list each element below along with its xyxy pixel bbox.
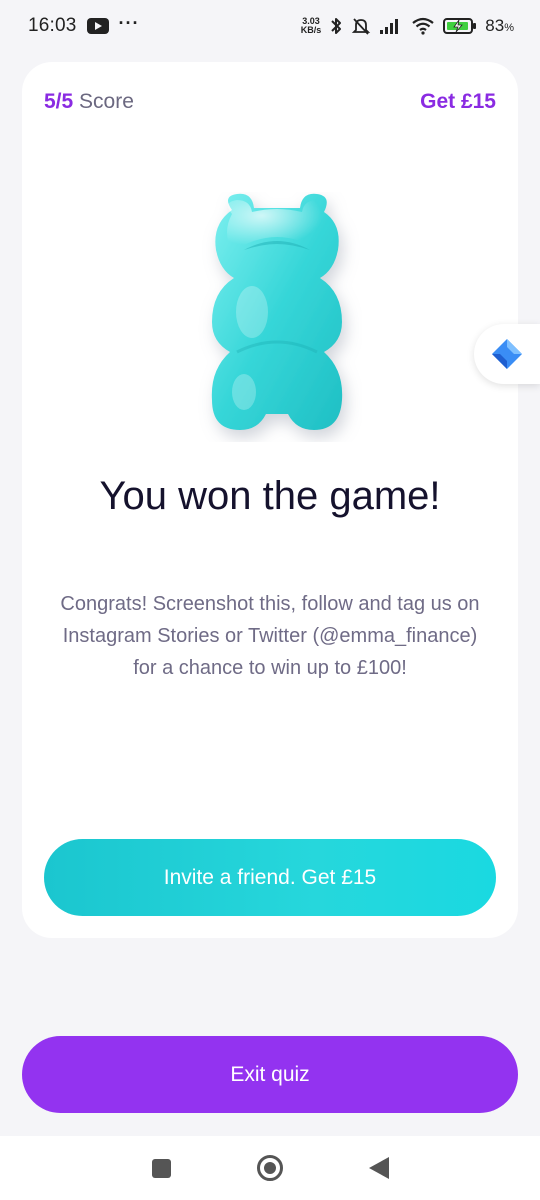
network-speed-unit: KB/s — [300, 25, 322, 35]
system-nav-bar — [0, 1136, 540, 1200]
network-speed: 3.03 KB/s — [301, 17, 322, 35]
score-label: Score — [79, 90, 134, 113]
gummy-bear-illustration — [192, 192, 362, 442]
status-left: 16:03 ··· — [28, 13, 140, 37]
battery-percent-symbol: % — [504, 22, 514, 34]
home-icon[interactable] — [256, 1155, 283, 1181]
quiz-result-screen: 16:03 ··· 3.03 KB/s 83% 5/5 Score Get £1… — [0, 0, 540, 1200]
battery-percent-value: 83 — [485, 16, 505, 35]
bluetooth-icon — [331, 18, 342, 34]
mute-icon — [352, 18, 371, 35]
status-right: 3.03 KB/s 83% — [301, 16, 514, 36]
more-dots-icon: ··· — [118, 13, 140, 33]
youtube-icon — [86, 18, 109, 34]
wifi-icon — [412, 17, 434, 35]
result-card: 5/5 Score Get £15 You won the game! Cong… — [22, 62, 518, 938]
result-description: Congrats! Screenshot this, follow and ta… — [60, 593, 480, 679]
get-reward-link[interactable]: Get £15 — [420, 90, 496, 114]
signal-icon — [380, 19, 399, 34]
gummy-bear-icon — [211, 193, 343, 430]
score-value: 5/5 — [44, 90, 74, 113]
status-time: 16:03 — [28, 15, 77, 36]
status-bar: 16:03 ··· 3.03 KB/s 83% — [0, 0, 540, 52]
back-icon[interactable] — [368, 1157, 389, 1179]
recent-apps-icon[interactable] — [151, 1158, 171, 1178]
battery-percentage: 83% — [485, 16, 514, 36]
battery-charging-icon — [443, 18, 477, 34]
exit-quiz-button[interactable]: Exit quiz — [22, 1036, 518, 1113]
result-title: You won the game! — [99, 474, 441, 518]
score-display: 5/5 Score — [44, 90, 134, 114]
invite-friend-button[interactable]: Invite a friend. Get £15 — [44, 839, 496, 916]
diamond-arrow-icon — [492, 339, 522, 369]
floating-assistant-widget[interactable] — [474, 324, 540, 384]
